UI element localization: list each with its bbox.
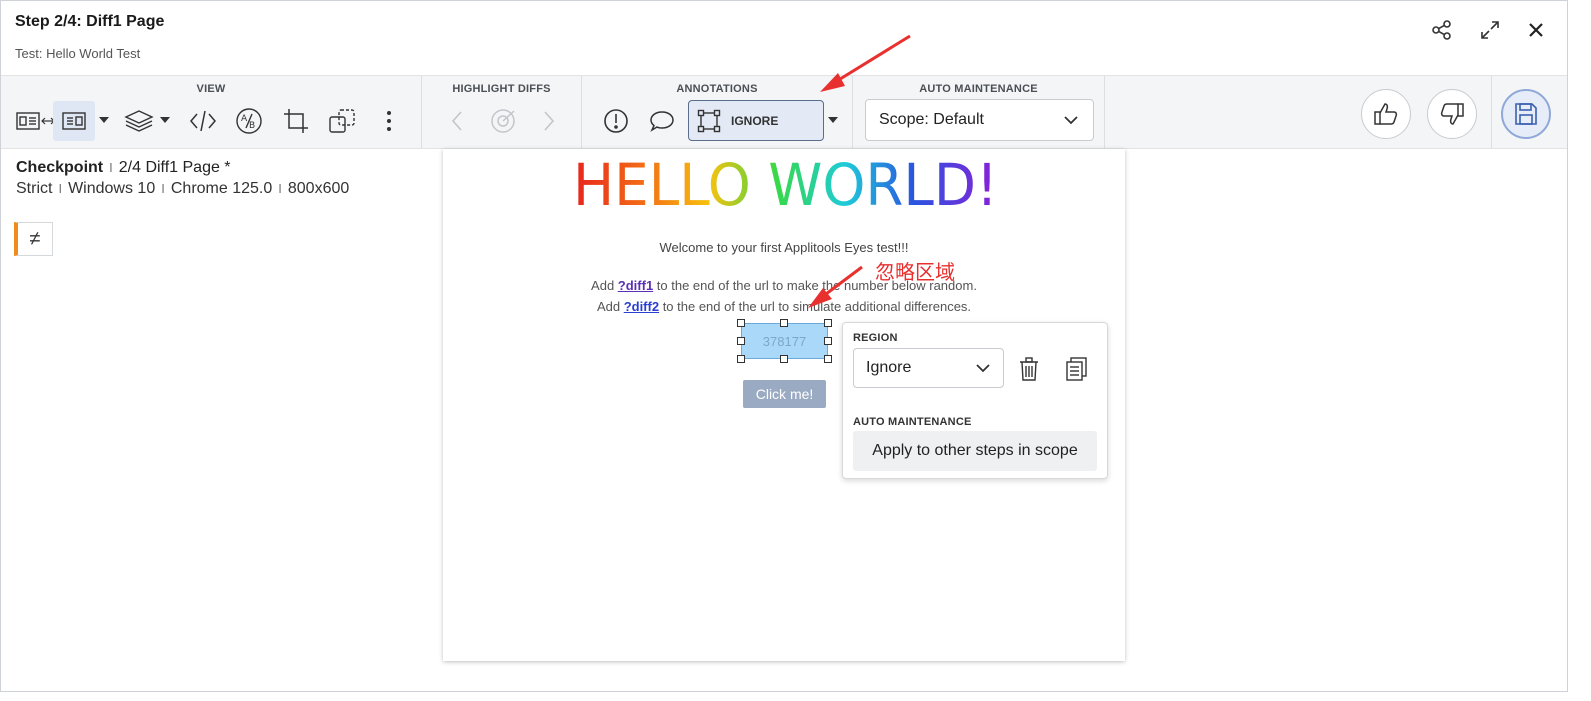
diff1-link[interactable]: ?diff1 (618, 278, 653, 293)
instruction-line-1: Add ?diff1 to the end of the url to make… (443, 278, 1125, 293)
more-options-icon[interactable] (369, 101, 409, 141)
ignore-button-label: IGNORE (731, 113, 779, 128)
chevron-down-icon (975, 360, 991, 381)
separator: I (161, 181, 165, 196)
annotation-note: 忽略区域 (875, 260, 955, 284)
annotations-label: ANNOTATIONS (676, 83, 758, 95)
region-type-value: Ignore (866, 359, 912, 376)
separator: I (278, 181, 282, 196)
code-icon[interactable] (183, 101, 223, 141)
previous-diff-icon[interactable] (437, 101, 477, 141)
ignore-region-button[interactable]: IGNORE (688, 100, 824, 141)
os-name: Windows 10 (68, 180, 156, 197)
ab-compare-icon[interactable]: A B (229, 101, 269, 141)
popover-auto-maintenance-label: AUTO MAINTENANCE (853, 416, 972, 428)
next-diff-icon[interactable] (529, 101, 569, 141)
instruction-line-2: Add ?diff2 to the end of the url to simu… (443, 299, 1125, 314)
resize-handle[interactable] (737, 337, 745, 345)
annotation-mode-dropdown-icon[interactable] (828, 117, 838, 123)
step-title: Step 2/4: Diff1 Page (15, 13, 165, 30)
resize-handle[interactable] (824, 355, 832, 363)
expand-icon[interactable] (1478, 18, 1502, 42)
svg-text:B: B (249, 121, 255, 131)
svg-text:HELLO WORLD!: HELLO WORLD! (573, 151, 998, 218)
resize-handle[interactable] (780, 319, 788, 327)
resize-handle[interactable] (780, 355, 788, 363)
toolbar-divider (1491, 76, 1492, 148)
match-level: Strict (16, 180, 53, 197)
region-select-icon (697, 109, 721, 133)
viewport-size: 800x600 (287, 180, 350, 197)
apply-to-other-steps-button[interactable]: Apply to other steps in scope (853, 431, 1097, 471)
test-name: Test: Hello World Test (15, 46, 141, 61)
checkpoint-name: 2/4 Diff1 Page * (118, 159, 231, 176)
ignore-region[interactable]: 378177 (741, 323, 828, 359)
resize-handle[interactable] (824, 337, 832, 345)
hello-world-heading: HELLO WORLD! (573, 151, 998, 218)
delete-icon[interactable] (1017, 356, 1041, 382)
view-mode-dropdown-icon[interactable] (99, 117, 109, 123)
highlight-diffs-icon[interactable] (483, 101, 523, 141)
side-by-side-checkpoint-icon[interactable] (53, 101, 95, 141)
share-icon[interactable] (1430, 18, 1454, 42)
svg-text:A: A (241, 114, 248, 124)
copy-icon[interactable] (1065, 356, 1089, 382)
scope-select[interactable]: Scope: Default (865, 99, 1094, 141)
overlap-regions-icon[interactable] (322, 101, 362, 141)
checkpoint-label: Checkpoint (16, 159, 104, 176)
diff2-link[interactable]: ?diff2 (624, 299, 659, 314)
region-popover: REGION Ignore AUTO MAINTENANCE Apply to … (842, 322, 1108, 479)
separator: I (109, 160, 113, 175)
instruction-text: Add (591, 278, 618, 293)
checkpoint-line: Checkpoint I 2/4 Diff1 Page * (16, 159, 231, 177)
resize-handle[interactable] (737, 355, 745, 363)
checkpoint-meta: Strict I Windows 10 I Chrome 125.0 I 800x600 (16, 180, 349, 198)
instruction-text: to the end of the url to simulate additi… (659, 299, 972, 314)
scope-select-value: Scope: Default (879, 111, 984, 128)
browser-name: Chrome 125.0 (170, 180, 273, 197)
instruction-text: Add (596, 299, 624, 314)
layers-dropdown-icon[interactable] (160, 117, 170, 123)
separator: I (58, 181, 63, 196)
welcome-text: Welcome to your first Applitools Eyes te… (659, 240, 909, 255)
close-icon[interactable] (1524, 18, 1548, 42)
auto-maintenance-label: AUTO MAINTENANCE (919, 83, 1038, 95)
resize-handle[interactable] (737, 319, 745, 327)
region-type-select[interactable]: Ignore (853, 348, 1004, 388)
layers-icon[interactable] (119, 101, 159, 141)
region-label: REGION (853, 332, 898, 344)
view-label: VIEW (196, 83, 226, 95)
save-button[interactable] (1501, 89, 1551, 139)
crop-icon[interactable] (276, 101, 316, 141)
bug-region-icon[interactable] (596, 101, 636, 141)
random-number: 378177 (762, 333, 807, 349)
remark-icon[interactable] (642, 101, 682, 141)
resize-handle[interactable] (824, 319, 832, 327)
diff-status-badge[interactable]: ≠ (14, 222, 53, 256)
chevron-down-icon (1063, 112, 1079, 133)
thumbs-up-button[interactable] (1361, 89, 1411, 139)
thumbs-down-button[interactable] (1427, 89, 1477, 139)
highlight-diffs-label: HIGHLIGHT DIFFS (452, 83, 551, 95)
click-me-button[interactable]: Click me! (743, 380, 826, 408)
